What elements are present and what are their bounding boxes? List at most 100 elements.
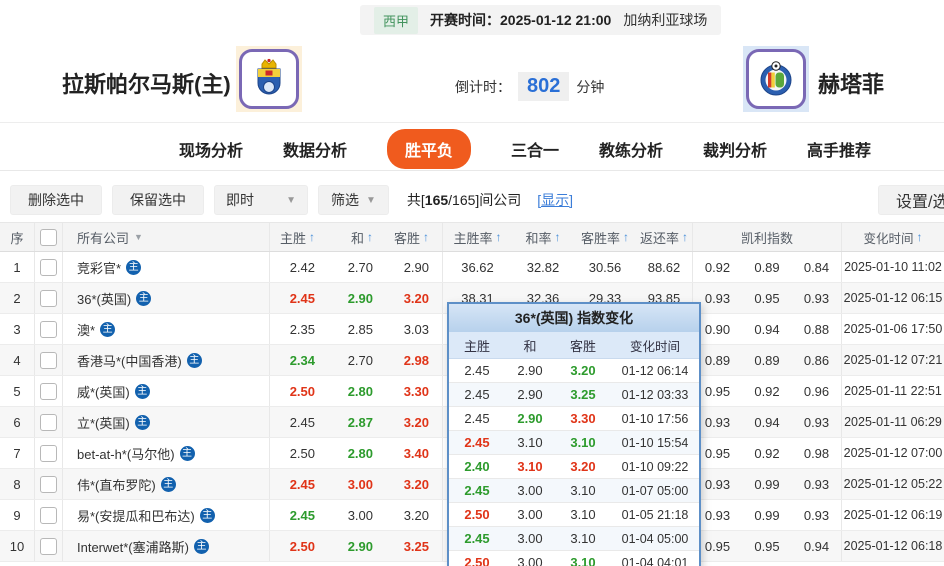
home-odds[interactable]: 2.45 (270, 407, 328, 437)
company-cell[interactable]: 36*(英国) 主 (63, 283, 270, 313)
away-odds[interactable]: 2.90 (386, 252, 443, 282)
company-cell[interactable]: 竞彩官* 主 (63, 252, 270, 282)
row-checkbox[interactable] (35, 283, 63, 313)
away-odds[interactable]: 3.03 (386, 314, 443, 344)
popup-draw-odds: 2.90 (505, 411, 555, 426)
show-link[interactable]: [显示] (537, 190, 573, 210)
away-odds[interactable]: 3.40 (386, 438, 443, 468)
company-cell[interactable]: 威*(英国) 主 (63, 376, 270, 406)
away-odds[interactable]: 3.20 (386, 407, 443, 437)
draw-odds[interactable]: 2.90 (328, 531, 386, 561)
away-odds[interactable]: 2.98 (386, 345, 443, 375)
row-checkbox[interactable] (35, 345, 63, 375)
company-name: 威*(英国) (77, 384, 130, 400)
row-checkbox[interactable] (35, 376, 63, 406)
home-odds[interactable]: 2.50 (270, 438, 328, 468)
select-all-checkbox[interactable] (35, 223, 63, 251)
away-odds[interactable]: 3.20 (386, 500, 443, 530)
keep-selected-button[interactable]: 保留选中 (112, 185, 204, 215)
draw-odds[interactable]: 2.80 (328, 438, 386, 468)
odds-value: 3.00 (517, 531, 543, 546)
tab-教练分析[interactable]: 教练分析 (599, 137, 663, 161)
row-checkbox[interactable] (35, 314, 63, 344)
away-odds[interactable]: 3.25 (386, 531, 443, 561)
venue-name: 加纳利亚球场 (623, 12, 708, 28)
change-time: 2025-01-06 17:50 (843, 322, 943, 336)
company-cell[interactable]: 伟*(直布罗陀) 主 (63, 469, 270, 499)
draw-odds[interactable]: 2.70 (328, 345, 386, 375)
main-company-badge-icon: 主 (193, 538, 209, 554)
row-checkbox[interactable] (35, 469, 63, 499)
col-header-home-odds[interactable]: 主胜 ↑ (270, 223, 328, 251)
home-odds[interactable]: 2.50 (270, 376, 328, 406)
odds-comparison-page: 西甲 开赛时间：2025-01-12 21:00 加纳利亚球场 拉斯帕尔马斯(主… (0, 0, 944, 566)
draw-odds[interactable]: 2.87 (328, 407, 386, 437)
col-header-change-time[interactable]: 变化时间 ↑ (842, 223, 944, 251)
col-header-company[interactable]: 所有公司 ▼ (63, 223, 270, 251)
odds-value: 2.45 (289, 290, 315, 306)
draw-odds[interactable]: 2.70 (328, 252, 386, 282)
change-time: 2025-01-12 05:22 (843, 477, 943, 491)
odds-value: 3.10 (570, 435, 596, 450)
company-cell[interactable]: 澳* 主 (63, 314, 270, 344)
company-cell[interactable]: Interwet*(塞浦路斯) 主 (63, 531, 270, 561)
company-cell[interactable]: 立*(英国) 主 (63, 407, 270, 437)
row-checkbox[interactable] (35, 531, 63, 561)
main-company-badge-icon: 主 (134, 414, 150, 430)
home-odds[interactable]: 2.45 (270, 469, 328, 499)
popup-row: 2.45 2.90 3.20 01-12 06:14 (449, 359, 699, 383)
row-checkbox[interactable] (35, 252, 63, 282)
home-odds[interactable]: 2.35 (270, 314, 328, 344)
odds-value: 2.85 (347, 321, 373, 337)
home-odds[interactable]: 2.45 (270, 500, 328, 530)
tab-三合一[interactable]: 三合一 (511, 137, 559, 161)
draw-odds[interactable]: 3.00 (328, 469, 386, 499)
col-header-away-rate[interactable]: 客胜率 ↑ (574, 223, 636, 251)
home-odds[interactable]: 2.50 (270, 531, 328, 561)
odds-value: 2.90 (517, 411, 543, 426)
row-checkbox[interactable] (35, 500, 63, 530)
home-odds[interactable]: 2.34 (270, 345, 328, 375)
col-header-draw-rate[interactable]: 和率 ↑ (512, 223, 574, 251)
main-company-badge-icon: 主 (134, 383, 150, 399)
draw-odds[interactable]: 2.85 (328, 314, 386, 344)
away-odds[interactable]: 3.20 (386, 469, 443, 499)
col-header-return-rate[interactable]: 返还率 ↑ (636, 223, 693, 251)
col-header-kelly: 凯利指数 (693, 223, 842, 251)
row-checkbox[interactable] (35, 438, 63, 468)
tab-高手推荐[interactable]: 高手推荐 (807, 137, 871, 161)
odds-value: 3.10 (570, 531, 596, 546)
col-header-draw-odds[interactable]: 和 ↑ (328, 223, 386, 251)
league-badge: 西甲 (374, 6, 419, 34)
home-odds[interactable]: 2.45 (270, 283, 328, 313)
popup-home-odds: 2.50 (449, 555, 505, 566)
delete-selected-button[interactable]: 删除选中 (10, 185, 102, 215)
col-header-away-odds[interactable]: 客胜 ↑ (386, 223, 443, 251)
company-cell[interactable]: 香港马*(中国香港) 主 (63, 345, 270, 375)
draw-odds[interactable]: 2.80 (328, 376, 386, 406)
tab-胜平负[interactable]: 胜平负 (386, 129, 471, 169)
settings-button[interactable]: 设置/选择 (878, 185, 944, 215)
draw-odds[interactable]: 2.90 (328, 283, 386, 313)
odds-value: 3.03 (403, 321, 429, 337)
odds-value: 2.80 (347, 445, 373, 461)
checkbox-icon (40, 320, 57, 338)
col-header-home-rate[interactable]: 主胜率 ↑ (443, 223, 512, 251)
home-odds[interactable]: 2.42 (270, 252, 328, 282)
company-cell[interactable]: bet-at-h*(马尔他) 主 (63, 438, 270, 468)
main-company-badge-icon: 主 (136, 290, 152, 306)
chevron-down-icon: ▼ (286, 194, 296, 206)
row-checkbox[interactable] (35, 407, 63, 437)
tab-现场分析[interactable]: 现场分析 (179, 137, 243, 161)
filter-dropdown[interactable]: 筛选 ▼ (318, 185, 389, 215)
away-team-logo (743, 46, 809, 112)
draw-odds[interactable]: 3.00 (328, 500, 386, 530)
tab-数据分析[interactable]: 数据分析 (283, 137, 347, 161)
popup-header-row: 主胜 和 客胜 变化时间 (449, 332, 699, 359)
kelly-index: 0.92 (704, 259, 731, 275)
tab-裁判分析[interactable]: 裁判分析 (703, 137, 767, 161)
away-odds[interactable]: 3.20 (386, 283, 443, 313)
company-cell[interactable]: 易*(安提瓜和巴布达) 主 (63, 500, 270, 530)
time-filter-dropdown[interactable]: 即时 ▼ (214, 185, 308, 215)
away-odds[interactable]: 3.30 (386, 376, 443, 406)
